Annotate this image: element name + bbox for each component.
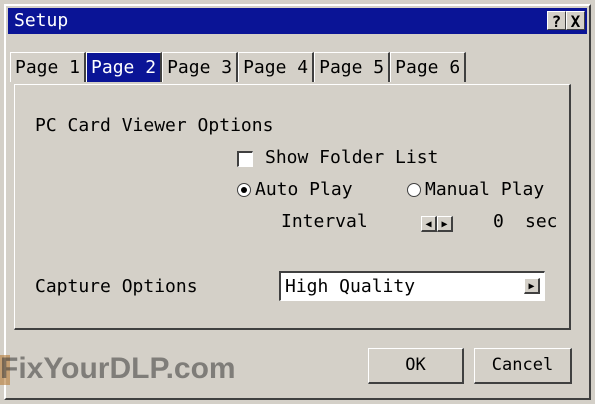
dropdown-arrow-icon[interactable]: ▶ [524,278,540,294]
tab-page-4[interactable]: Page 4 [238,52,315,82]
title-bar[interactable]: Setup ? X [8,8,587,34]
auto-play-radio[interactable] [237,183,251,197]
cancel-button[interactable]: Cancel [474,348,572,384]
capture-options-label: Capture Options [35,276,198,297]
tab-page-3[interactable]: Page 3 [162,52,239,82]
tab-strip: Page 1 Page 2 Page 3 Page 4 Page 5 Page … [10,52,467,84]
ok-button[interactable]: OK [368,348,464,384]
tab-panel: PC Card Viewer Options Show Folder List … [14,84,571,330]
title-bar-buttons: ? X [547,11,585,31]
manual-play-radio[interactable] [407,183,421,197]
interval-label: Interval [281,211,368,232]
window-title: Setup [14,10,69,31]
close-button[interactable]: X [566,11,585,31]
manual-play-label: Manual Play [425,179,545,200]
pc-card-viewer-options-label: PC Card Viewer Options [35,115,274,136]
show-folder-list-label: Show Folder List [265,147,439,168]
interval-decrease-button[interactable]: ◀ [421,216,437,232]
interval-unit: sec [525,211,558,232]
tab-page-5[interactable]: Page 5 [314,52,391,82]
capture-options-select[interactable]: High Quality ▶ [279,271,545,301]
capture-options-value: High Quality [285,276,416,297]
help-button[interactable]: ? [547,11,566,31]
watermark: FixYourDLP.com [0,352,236,385]
interval-value: 0 [493,211,504,232]
interval-increase-button[interactable]: ▶ [437,216,453,232]
tab-page-1[interactable]: Page 1 [10,52,87,82]
tab-page-2[interactable]: Page 2 [86,52,163,82]
auto-play-label: Auto Play [255,179,353,200]
show-folder-list-checkbox[interactable] [237,151,253,167]
tab-page-6[interactable]: Page 6 [390,52,467,82]
